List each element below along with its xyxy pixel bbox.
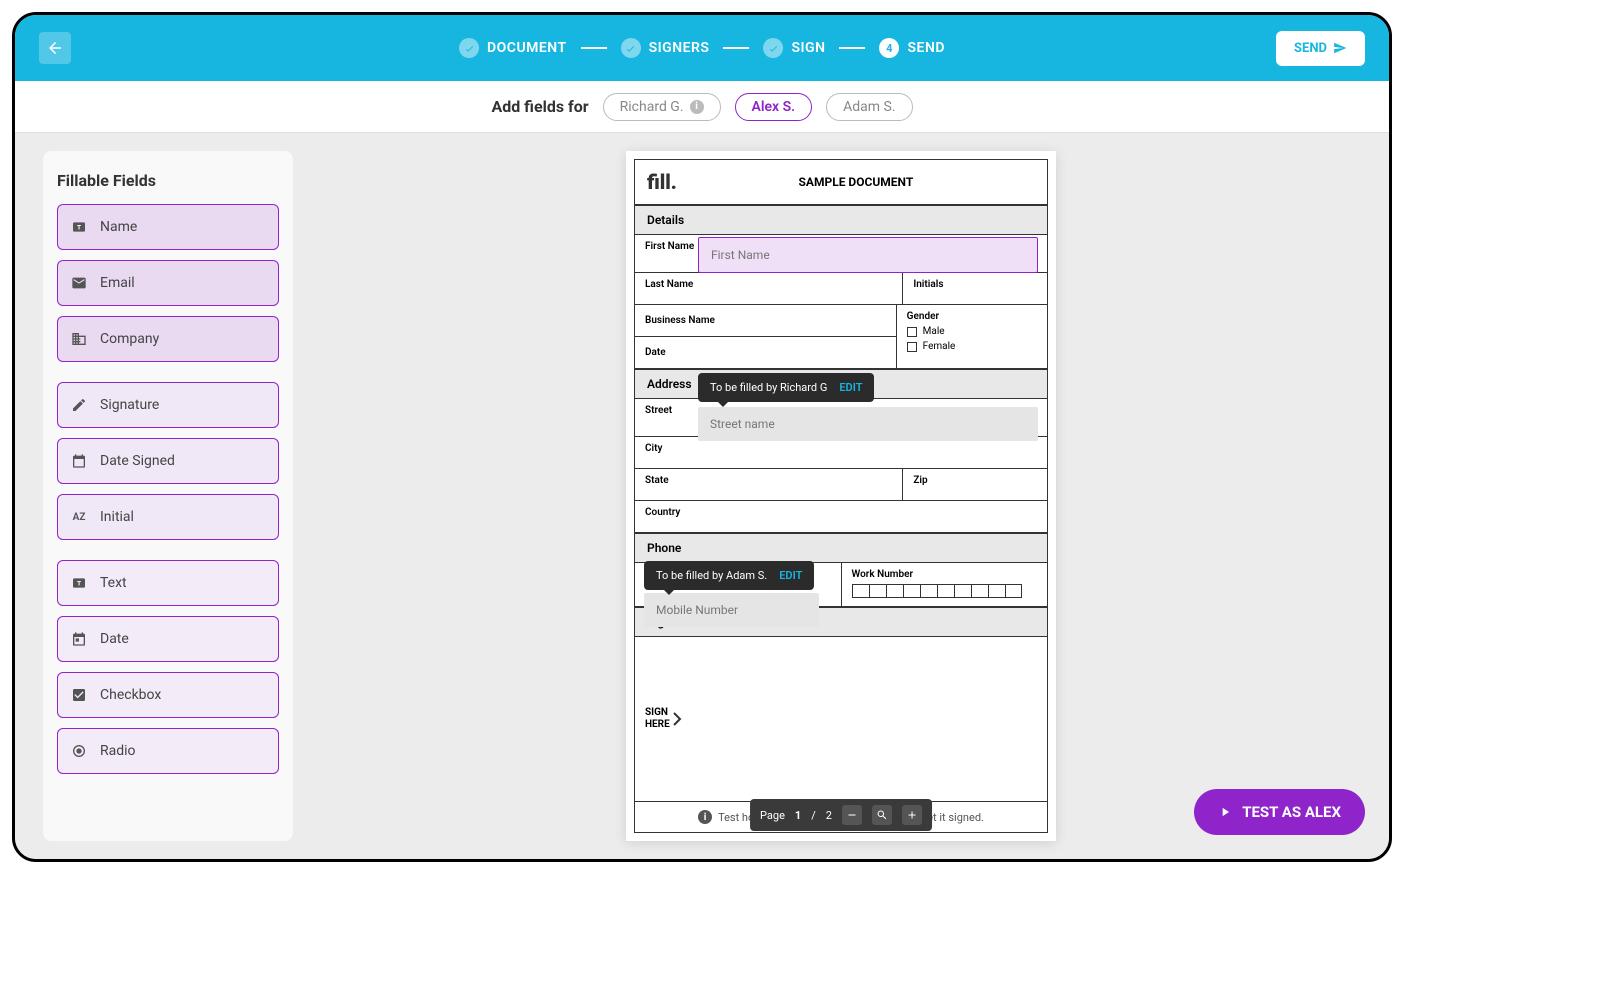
check-icon xyxy=(763,38,783,58)
placed-first-name[interactable]: First Name xyxy=(698,237,1038,273)
calendar-icon xyxy=(70,452,88,470)
signer-selector-bar: Add fields for Richard G. i Alex S. Adam… xyxy=(15,81,1389,133)
test-as-button[interactable]: TEST AS ALEX xyxy=(1194,789,1365,835)
step-separator xyxy=(840,47,866,49)
signer-chip-adam[interactable]: Adam S. xyxy=(826,93,912,121)
field-date-signed[interactable]: Date Signed xyxy=(57,438,279,484)
sign-area: SIGN HERE xyxy=(635,637,1047,801)
field-checkbox[interactable]: Checkbox xyxy=(57,672,279,718)
doc-title: SAMPLE DOCUMENT xyxy=(677,175,1035,189)
progress-steps: DOCUMENT SIGNERS SIGN 4 SEND xyxy=(459,38,945,58)
sign-here-label: SIGN HERE xyxy=(645,707,670,731)
step-separator xyxy=(581,47,607,49)
info-icon: i xyxy=(690,100,704,114)
label-initials: Initials xyxy=(903,273,1047,304)
step-separator xyxy=(723,47,749,49)
label-zip: Zip xyxy=(903,469,1047,500)
send-icon xyxy=(1333,41,1347,55)
field-radio[interactable]: Radio xyxy=(57,728,279,774)
subbar-label: Add fields for xyxy=(491,97,588,116)
zoom-out-button[interactable] xyxy=(842,805,862,825)
field-company[interactable]: Company xyxy=(57,316,279,362)
text-icon: T xyxy=(70,218,88,236)
tooltip-richard: To be filled by Richard G EDIT xyxy=(698,373,874,402)
step-send[interactable]: 4 SEND xyxy=(880,38,945,58)
step-sign[interactable]: SIGN xyxy=(763,38,825,58)
signer-chip-alex[interactable]: Alex S. xyxy=(735,93,813,121)
page-controls: Page 1 / 2 xyxy=(750,799,932,831)
section-phone: Phone xyxy=(635,533,1047,563)
email-icon xyxy=(70,274,88,292)
text-icon: T xyxy=(70,574,88,592)
label-country: Country xyxy=(635,501,1047,532)
label-city: City xyxy=(635,437,1047,468)
zoom-reset-button[interactable] xyxy=(872,805,892,825)
field-name[interactable]: T Name xyxy=(57,204,279,250)
date-icon xyxy=(70,630,88,648)
main-area: Fillable Fields T Name Email Company Sig… xyxy=(15,133,1389,859)
app-frame: DOCUMENT SIGNERS SIGN 4 SEND SEND Add xyxy=(12,12,1392,862)
field-text[interactable]: T Text xyxy=(57,560,279,606)
work-number-group: Work Number xyxy=(842,563,1048,606)
document-canvas: fill. SAMPLE DOCUMENT Details First Name… xyxy=(293,133,1389,859)
logo: fill. xyxy=(647,170,677,194)
document-page[interactable]: fill. SAMPLE DOCUMENT Details First Name… xyxy=(626,151,1056,841)
label-last-name: Last Name xyxy=(635,273,903,304)
placed-street[interactable]: Street name xyxy=(698,407,1038,441)
chevron-right-icon xyxy=(672,712,682,726)
company-icon xyxy=(70,330,88,348)
initial-icon: AZ xyxy=(70,508,88,526)
back-button[interactable] xyxy=(39,32,71,64)
label-date: Date xyxy=(635,337,896,368)
tooltip-edit-link[interactable]: EDIT xyxy=(779,569,802,582)
field-date[interactable]: Date xyxy=(57,616,279,662)
tooltip-adam: To be filled by Adam S. EDIT xyxy=(644,561,814,590)
radio-icon xyxy=(70,742,88,760)
tooltip-edit-link[interactable]: EDIT xyxy=(839,381,862,394)
signer-chip-richard[interactable]: Richard G. i xyxy=(603,93,721,121)
gender-female[interactable]: Female xyxy=(907,341,1037,352)
step-signers[interactable]: SIGNERS xyxy=(621,38,710,58)
step-document[interactable]: DOCUMENT xyxy=(459,38,567,58)
field-email[interactable]: Email xyxy=(57,260,279,306)
label-business-name: Business Name xyxy=(635,305,896,337)
check-icon xyxy=(621,38,641,58)
work-number-cells xyxy=(852,584,1038,598)
signature-icon xyxy=(70,396,88,414)
gender-group: Gender Male Female xyxy=(897,305,1047,368)
sidebar-title: Fillable Fields xyxy=(57,171,279,190)
top-bar: DOCUMENT SIGNERS SIGN 4 SEND SEND xyxy=(15,15,1389,81)
svg-text:T: T xyxy=(77,580,81,588)
field-signature[interactable]: Signature xyxy=(57,382,279,428)
checkbox-icon xyxy=(70,686,88,704)
svg-text:T: T xyxy=(77,224,81,232)
check-icon xyxy=(459,38,479,58)
step-number-badge: 4 xyxy=(880,38,900,58)
fields-sidebar: Fillable Fields T Name Email Company Sig… xyxy=(43,151,293,841)
doc-header: fill. SAMPLE DOCUMENT xyxy=(635,160,1047,205)
section-details: Details xyxy=(635,205,1047,235)
send-button[interactable]: SEND xyxy=(1276,31,1365,66)
arrow-left-icon xyxy=(46,39,64,57)
info-icon: i xyxy=(698,810,712,824)
gender-male[interactable]: Male xyxy=(907,326,1037,337)
label-state: State xyxy=(635,469,903,500)
play-icon xyxy=(1218,805,1232,819)
field-initial[interactable]: AZ Initial xyxy=(57,494,279,540)
zoom-in-button[interactable] xyxy=(902,805,922,825)
placed-mobile[interactable]: Mobile Number xyxy=(644,593,819,627)
